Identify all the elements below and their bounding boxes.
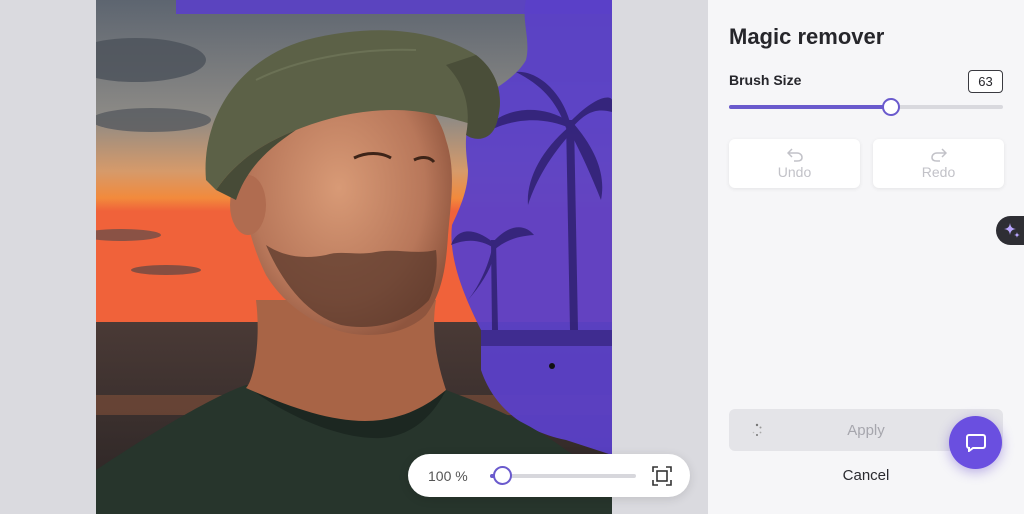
panel-title: Magic remover [729, 24, 885, 49]
redo-label: Redo [921, 163, 956, 180]
zoom-value: 100 % [428, 467, 468, 484]
brush-size-slider[interactable] [729, 98, 1003, 116]
undo-icon [786, 147, 803, 162]
apply-label: Apply [847, 421, 885, 439]
cancel-button[interactable]: Cancel [729, 462, 1003, 488]
zoom-slider[interactable] [490, 465, 636, 485]
undo-label: Undo [777, 163, 812, 180]
zoom-control: 100 % [408, 454, 690, 497]
brush-size-input[interactable]: 63 [968, 70, 1003, 93]
photo-image [96, 0, 612, 514]
zoom-slider-thumb[interactable] [493, 465, 513, 485]
brush-size-label: Brush Size [729, 72, 802, 88]
redo-icon [930, 147, 947, 162]
undo-button[interactable]: Undo [729, 139, 860, 188]
fit-screen-button[interactable] [650, 464, 674, 488]
ai-assistant-tab[interactable] [996, 216, 1024, 245]
sparkle-icon [1004, 222, 1020, 238]
brush-size-slider-fill [729, 105, 891, 109]
loading-spinner-icon [752, 423, 762, 436]
chat-bubble-icon [965, 433, 986, 452]
canvas-area: 100 % [0, 0, 708, 514]
redo-button[interactable]: Redo [873, 139, 1004, 188]
chat-button[interactable] [949, 416, 1002, 469]
edited-photo[interactable] [96, 0, 612, 514]
brush-size-slider-thumb[interactable] [881, 98, 900, 116]
fit-screen-icon [652, 465, 672, 486]
